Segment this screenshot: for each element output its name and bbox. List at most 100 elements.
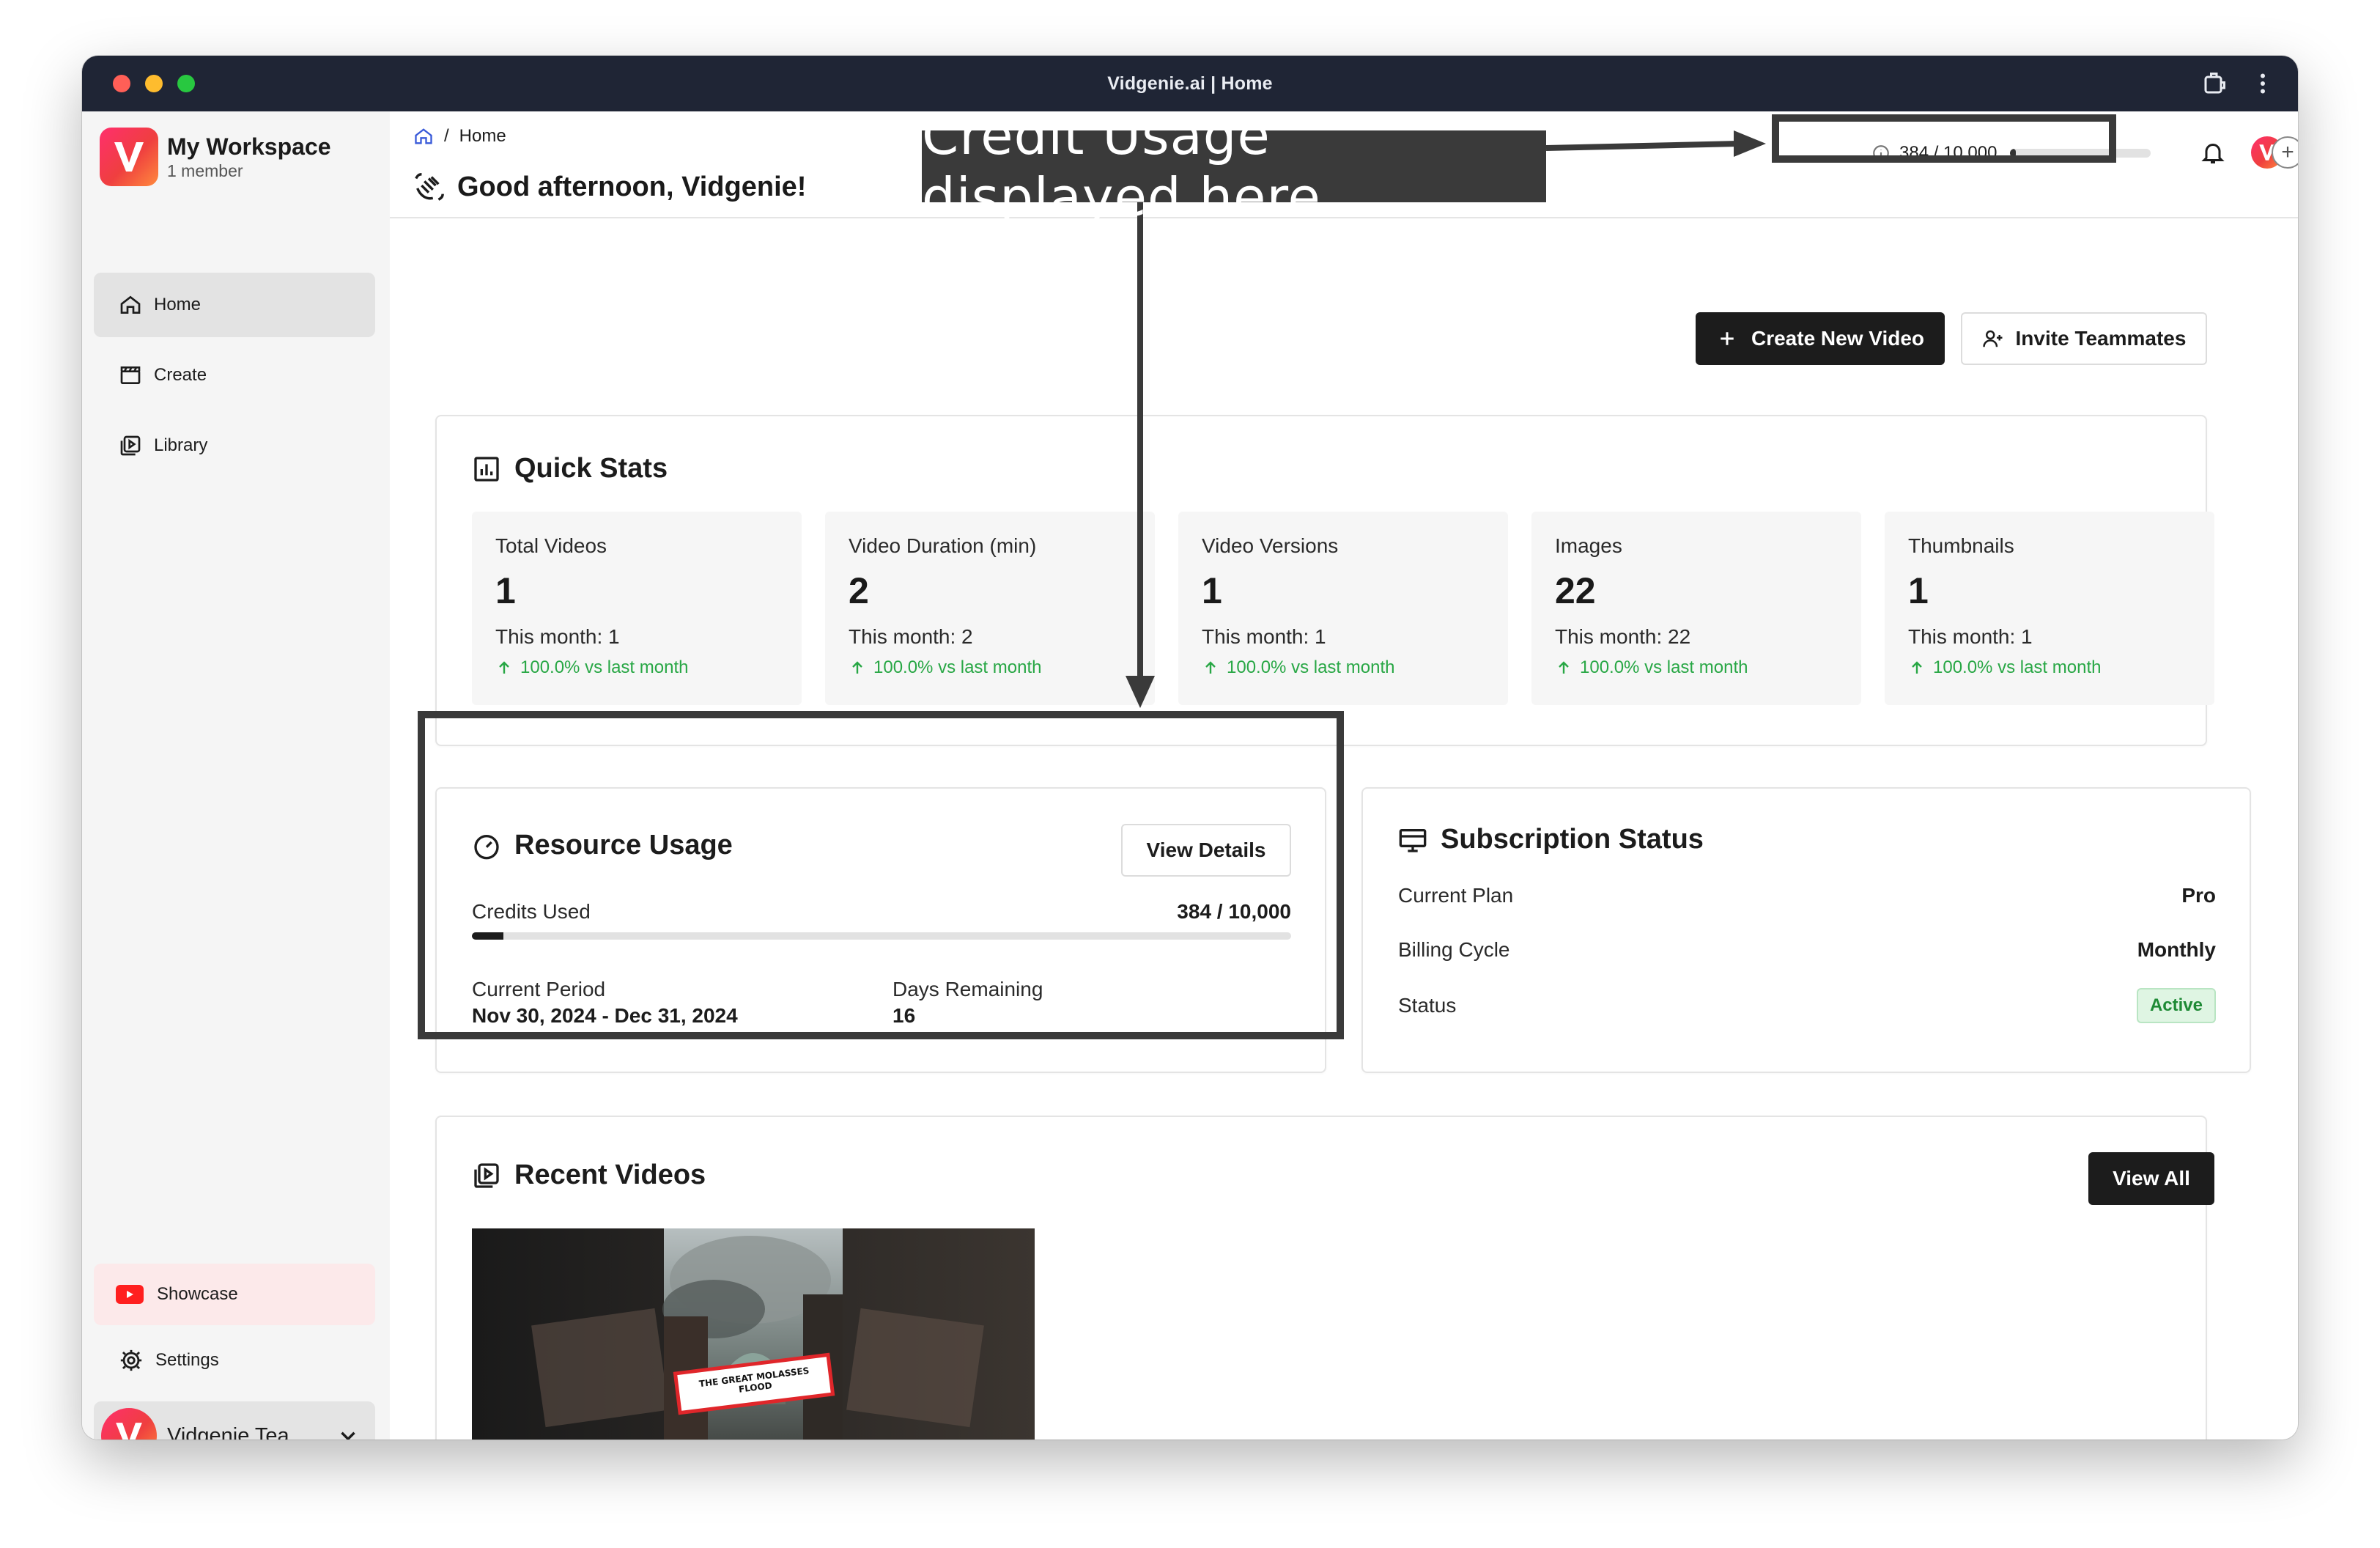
stat-month: This month: 22	[1555, 625, 1691, 648]
workspace-members: 1 member	[167, 161, 243, 180]
quick-stats-title-text: Quick Stats	[514, 453, 668, 484]
billing-cycle-value: Monthly	[2137, 938, 2216, 961]
sidebar: My Workspace 1 member Home Create Librar…	[82, 111, 390, 1440]
workspace-switcher[interactable]: My Workspace 1 member	[100, 128, 331, 186]
stat-value: 1	[1202, 570, 1222, 611]
sidebar-item-label: Settings	[155, 1350, 219, 1370]
stat-video-versions: Video Versions 1 This month: 1 100.0% vs…	[1178, 512, 1508, 705]
stat-label: Total Videos	[495, 534, 607, 557]
subscription-status-card: Subscription Status Current Plan Pro Bil…	[1361, 787, 2251, 1073]
stat-delta: 100.0% vs last month	[495, 657, 778, 679]
status-badge: Active	[2136, 988, 2216, 1023]
team-name: Vidgenie Tea...	[167, 1423, 307, 1440]
recent-videos-title-text: Recent Videos	[514, 1160, 706, 1190]
bell-icon[interactable]	[2200, 139, 2226, 166]
stat-label: Video Versions	[1202, 534, 1339, 557]
view-all-label: View All	[2113, 1167, 2190, 1190]
plan-label: Current Plan	[1398, 884, 1514, 907]
subscription-title: Subscription Status	[1398, 824, 1704, 855]
page-title: Good afternoon, Vidgenie!	[412, 170, 806, 204]
sidebar-item-create[interactable]: Create	[94, 343, 375, 408]
home-icon	[120, 295, 141, 314]
stat-delta-text: 100.0% vs last month	[1580, 657, 1748, 677]
stat-value: 1	[1908, 570, 1929, 611]
sidebar-item-label: Home	[154, 295, 202, 314]
annotation-label: Credit Usage displayed here	[922, 105, 1546, 228]
status-label: Status	[1398, 994, 1457, 1017]
plan-value: Pro	[2181, 884, 2216, 907]
create-new-video-button[interactable]: Create New Video	[1696, 312, 1945, 365]
stat-value: 2	[849, 570, 869, 611]
bar-chart-icon	[474, 456, 499, 482]
plan-row: Current Plan Pro	[1398, 884, 2216, 907]
home-icon[interactable]	[413, 126, 434, 147]
waving-hand-icon	[415, 173, 444, 201]
status-row: Status Active	[1398, 988, 2216, 1023]
annotation-highlight-resource-usage	[418, 711, 1344, 1039]
arrow-up-icon	[1912, 661, 1922, 674]
library-icon	[120, 435, 141, 456]
billing-cycle-row: Billing Cycle Monthly	[1398, 938, 2216, 962]
clapperboard-icon	[120, 366, 141, 384]
sidebar-item-library[interactable]: Library	[94, 413, 375, 478]
annotation-highlight-header	[1772, 114, 2116, 163]
recent-videos-card: Recent Videos View All THE GREAT MOLASSE…	[435, 1116, 2214, 1440]
video-thumbnail[interactable]: THE GREAT MOLASSES FLOOD	[472, 1228, 1035, 1440]
sidebar-item-settings[interactable]: Settings	[94, 1333, 375, 1388]
credit-card-icon	[1399, 828, 1427, 852]
stat-thumbnails: Thumbnails 1 This month: 1 100.0% vs las…	[1885, 512, 2214, 705]
video-library-icon	[474, 1162, 499, 1188]
view-all-button[interactable]: View All	[2088, 1152, 2214, 1205]
stat-month: This month: 1	[1202, 625, 1326, 648]
recent-videos-title: Recent Videos	[472, 1160, 706, 1191]
stat-delta: 100.0% vs last month	[849, 657, 1131, 679]
title-bar: Vidgenie.ai | Home	[82, 56, 2298, 111]
billing-cycle-label: Billing Cycle	[1398, 938, 1510, 961]
stat-label: Images	[1555, 534, 1622, 557]
sidebar-item-showcase[interactable]: Showcase	[94, 1264, 375, 1325]
invite-teammates-label: Invite Teammates	[2015, 327, 2187, 350]
team-switcher[interactable]: Vidgenie Tea...	[94, 1401, 375, 1440]
stat-delta-text: 100.0% vs last month	[1227, 657, 1395, 677]
window-menu-icon[interactable]	[2250, 70, 2276, 97]
add-member-button[interactable]: +	[2272, 136, 2298, 169]
stat-video-duration: Video Duration (min) 2 This month: 2 100…	[825, 512, 1155, 705]
window-title: Vidgenie.ai | Home	[1107, 73, 1273, 94]
stat-label: Thumbnails	[1908, 534, 2014, 557]
youtube-icon	[116, 1285, 144, 1304]
stat-delta: 100.0% vs last month	[1555, 657, 1838, 679]
breadcrumb-separator: /	[444, 126, 449, 146]
stat-label: Video Duration (min)	[849, 534, 1037, 557]
stat-month: This month: 1	[495, 625, 620, 648]
arrow-up-icon	[852, 661, 862, 674]
maximize-window-button[interactable]	[177, 75, 195, 92]
stat-delta-text: 100.0% vs last month	[520, 657, 689, 677]
stat-month: This month: 1	[1908, 625, 2033, 648]
gear-icon	[120, 1349, 142, 1371]
minimize-window-button[interactable]	[145, 75, 163, 92]
quick-stats-card: Quick Stats Total Videos 1 This month: 1…	[435, 415, 2214, 746]
workspace-logo	[100, 128, 158, 186]
close-window-button[interactable]	[113, 75, 130, 92]
sidebar-item-label: Library	[154, 435, 208, 455]
window-controls	[113, 75, 195, 92]
breadcrumb: / Home	[413, 126, 506, 147]
workspace-name: My Workspace	[167, 133, 331, 160]
extension-icon[interactable]	[2201, 70, 2228, 97]
stat-delta-text: 100.0% vs last month	[873, 657, 1042, 677]
create-new-video-label: Create New Video	[1751, 327, 1925, 350]
stat-value: 22	[1555, 570, 1596, 611]
arrow-up-icon	[499, 661, 509, 674]
greeting-text: Good afternoon, Vidgenie!	[457, 171, 807, 202]
sidebar-item-home[interactable]: Home	[94, 273, 375, 337]
stat-total-videos: Total Videos 1 This month: 1 100.0% vs l…	[472, 512, 802, 705]
stat-delta: 100.0% vs last month	[1908, 657, 2191, 679]
arrow-up-icon	[1205, 661, 1216, 674]
video-thumbnail-image	[472, 1228, 1035, 1440]
stat-delta: 100.0% vs last month	[1202, 657, 1485, 679]
sidebar-item-label: Showcase	[157, 1284, 238, 1304]
subscription-title-text: Subscription Status	[1441, 824, 1704, 855]
breadcrumb-current: Home	[459, 126, 506, 146]
invite-teammates-button[interactable]: Invite Teammates	[1961, 312, 2207, 365]
sidebar-item-label: Create	[154, 365, 207, 385]
